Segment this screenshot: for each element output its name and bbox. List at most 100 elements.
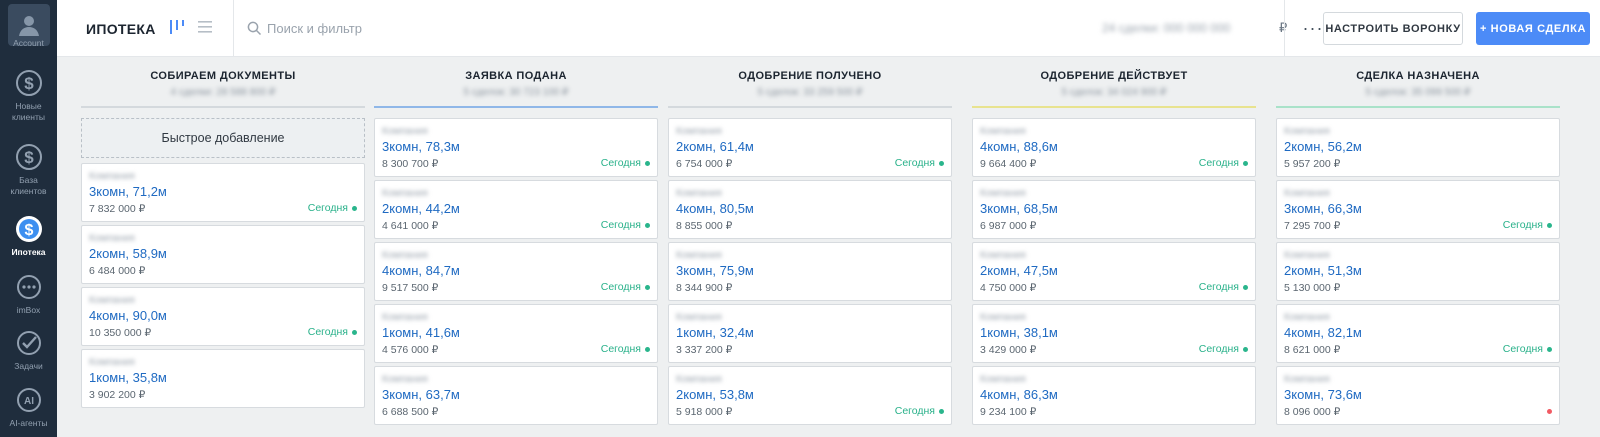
deal-card[interactable]: Компания 2комн, 53,8м 5 918 000 ₽ Сегодня — [668, 366, 952, 425]
deal-name-link[interactable]: 3комн, 73,6м — [1284, 387, 1362, 402]
task-status-dot — [939, 161, 944, 166]
deal-card[interactable]: Компания 2комн, 58,9м 6 484 000 ₽ — [81, 225, 365, 284]
deal-card[interactable]: Компания 2комн, 47,5м 4 750 000 ₽ Сегодня — [972, 242, 1256, 301]
deal-name-link[interactable]: 3комн, 63,7м — [382, 387, 460, 402]
deal-name-link[interactable]: 3комн, 66,3м — [1284, 201, 1362, 216]
deal-price: 8 621 000 ₽ — [1284, 344, 1341, 356]
deal-name-link[interactable]: 2комн, 58,9м — [89, 246, 167, 261]
check-icon — [14, 328, 44, 358]
deal-name-link[interactable]: 4комн, 80,5м — [676, 201, 754, 216]
deals-summary: 24 сделки: 000 000 000 — [1102, 21, 1231, 35]
divider — [1284, 0, 1285, 57]
deal-name-link[interactable]: 2комн, 47,5м — [980, 263, 1058, 278]
sidebar: Account $ Новые клиенты $ База клиентов … — [0, 0, 57, 437]
pipeline-column: ОДОБРЕНИЕ ПОЛУЧЕНО 5 сделок: 33 259 500 ₽… — [668, 57, 952, 437]
deal-price: 4 576 000 ₽ — [382, 344, 439, 356]
deal-name-link[interactable]: 1комн, 38,1м — [980, 325, 1058, 340]
deal-price: 9 234 100 ₽ — [980, 406, 1037, 418]
deal-company: Компания — [1284, 250, 1330, 261]
deal-card[interactable]: Компания 4комн, 90,0м 10 350 000 ₽ Сегодня — [81, 287, 365, 346]
deal-card[interactable]: Компания 3комн, 71,2м 7 832 000 ₽ Сегодня — [81, 163, 365, 222]
deal-card[interactable]: Компания 3комн, 68,5м 6 987 000 ₽ — [972, 180, 1256, 239]
deal-card[interactable]: Компания 4комн, 80,5м 8 855 000 ₽ — [668, 180, 952, 239]
sidebar-item-new-clients[interactable]: $ Новые клиенты — [0, 68, 57, 123]
page-title: ИПОТЕКА — [86, 21, 156, 37]
deal-card[interactable]: Компания 1комн, 32,4м 3 337 200 ₽ — [668, 304, 952, 363]
deal-name-link[interactable]: 3комн, 75,9м — [676, 263, 754, 278]
deal-name-link[interactable]: 1комн, 32,4м — [676, 325, 754, 340]
deal-card[interactable]: Компания 3комн, 66,3м 7 295 700 ₽ Сегодня — [1276, 180, 1560, 239]
deal-price: 7 832 000 ₽ — [89, 203, 146, 215]
quick-add-button[interactable]: Быстрое добавление — [81, 118, 365, 158]
deal-name-link[interactable]: 3комн, 78,3м — [382, 139, 460, 154]
deal-card[interactable]: Компания 4комн, 88,6м 9 664 400 ₽ Сегодня — [972, 118, 1256, 177]
deal-company: Компания — [980, 188, 1026, 199]
deal-card[interactable]: Компания 4комн, 84,7м 9 517 500 ₽ Сегодня — [374, 242, 658, 301]
deal-card[interactable]: Компания 3комн, 63,7м 6 688 500 ₽ — [374, 366, 658, 425]
deal-card[interactable]: Компания 1комн, 35,8м 3 902 200 ₽ — [81, 349, 365, 408]
sidebar-item-mortgage[interactable]: $ Ипотека — [0, 214, 57, 258]
column-color-line — [374, 106, 658, 108]
deal-company: Компания — [382, 126, 428, 137]
new-deal-button[interactable]: + НОВАЯ СДЕЛКА — [1476, 12, 1590, 45]
ai-icon: AI — [14, 385, 44, 415]
deal-name-link[interactable]: 4комн, 88,6м — [980, 139, 1058, 154]
deal-name-link[interactable]: 4комн, 86,3м — [980, 387, 1058, 402]
setup-pipeline-button[interactable]: НАСТРОИТЬ ВОРОНКУ — [1323, 12, 1463, 45]
deal-card[interactable]: Компания 2комн, 51,3м 5 130 000 ₽ — [1276, 242, 1560, 301]
deal-company: Компания — [676, 374, 722, 385]
deal-card[interactable]: Компания 2комн, 61,4м 6 754 000 ₽ Сегодня — [668, 118, 952, 177]
svg-text:AI: AI — [24, 396, 34, 407]
list-view-icon[interactable] — [197, 19, 213, 35]
task-status-dot — [645, 223, 650, 228]
task-status-dot — [645, 347, 650, 352]
deal-price: 3 429 000 ₽ — [980, 344, 1037, 356]
sidebar-item-label: Account — [13, 38, 44, 48]
deal-name-link[interactable]: 1комн, 41,6м — [382, 325, 460, 340]
column-title: СОБИРАЕМ ДОКУМЕНТЫ — [150, 70, 296, 82]
deal-name-link[interactable]: 4комн, 82,1м — [1284, 325, 1362, 340]
deal-name-link[interactable]: 4комн, 90,0м — [89, 308, 167, 323]
deal-name-link[interactable]: 3комн, 68,5м — [980, 201, 1058, 216]
deal-price: 8 300 700 ₽ — [382, 158, 439, 170]
sidebar-item-ai-agents[interactable]: AI AI-агенты — [0, 385, 57, 429]
kanban-view-icon[interactable] — [169, 19, 185, 35]
deal-card[interactable]: Компания 3комн, 75,9м 8 344 900 ₽ — [668, 242, 952, 301]
sidebar-item-account[interactable]: Account — [0, 4, 57, 49]
deal-price: 3 337 200 ₽ — [676, 344, 733, 356]
deal-company: Компания — [1284, 126, 1330, 137]
deal-card[interactable]: Компания 2комн, 56,2м 5 957 200 ₽ — [1276, 118, 1560, 177]
deal-company: Компания — [676, 250, 722, 261]
deal-name-link[interactable]: 3комн, 71,2м — [89, 184, 167, 199]
deal-card[interactable]: Компания 4комн, 86,3м 9 234 100 ₽ — [972, 366, 1256, 425]
column-summary: 5 сделок: 30 723 100 ₽ — [463, 87, 569, 98]
deal-card[interactable]: Компания 3комн, 73,6м 8 096 000 ₽ — [1276, 366, 1560, 425]
deal-name-link[interactable]: 2комн, 53,8м — [676, 387, 754, 402]
deal-name-link[interactable]: 2комн, 61,4м — [676, 139, 754, 154]
deal-name-link[interactable]: 1комн, 35,8м — [89, 370, 167, 385]
deal-card[interactable]: Компания 1комн, 38,1м 3 429 000 ₽ Сегодня — [972, 304, 1256, 363]
deal-card[interactable]: Компания 4комн, 82,1м 8 621 000 ₽ Сегодня — [1276, 304, 1560, 363]
dollar-icon: $ — [14, 214, 44, 244]
deal-card[interactable]: Компания 3комн, 78,3м 8 300 700 ₽ Сегодня — [374, 118, 658, 177]
deal-card[interactable]: Компания 1комн, 41,6м 4 576 000 ₽ Сегодня — [374, 304, 658, 363]
deal-name-link[interactable]: 2комн, 44,2м — [382, 201, 460, 216]
sidebar-item-imbox[interactable]: imBox — [0, 272, 57, 316]
deal-task-date: Сегодня — [1198, 281, 1239, 293]
sidebar-item-label: imBox — [16, 305, 41, 315]
deal-task-date: Сегодня — [600, 219, 641, 231]
deal-name-link[interactable]: 4комн, 84,7м — [382, 263, 460, 278]
deal-task-date: Сегодня — [1502, 343, 1543, 355]
deal-name-link[interactable]: 2комн, 56,2м — [1284, 139, 1362, 154]
deal-price: 6 688 500 ₽ — [382, 406, 439, 418]
pipeline-column: СДЕЛКА НАЗНАЧЕНА 5 сделок: 35 099 500 ₽ Ко… — [1276, 57, 1560, 437]
sidebar-item-tasks[interactable]: Задачи — [0, 328, 57, 372]
search-input[interactable] — [267, 17, 567, 39]
sidebar-item-client-base[interactable]: $ База клиентов — [0, 142, 57, 197]
column-color-line — [81, 106, 365, 108]
deal-name-link[interactable]: 2комн, 51,3м — [1284, 263, 1362, 278]
deal-price: 9 517 500 ₽ — [382, 282, 439, 294]
deal-price: 7 295 700 ₽ — [1284, 220, 1341, 232]
task-status-dot — [352, 330, 357, 335]
deal-card[interactable]: Компания 2комн, 44,2м 4 641 000 ₽ Сегодня — [374, 180, 658, 239]
